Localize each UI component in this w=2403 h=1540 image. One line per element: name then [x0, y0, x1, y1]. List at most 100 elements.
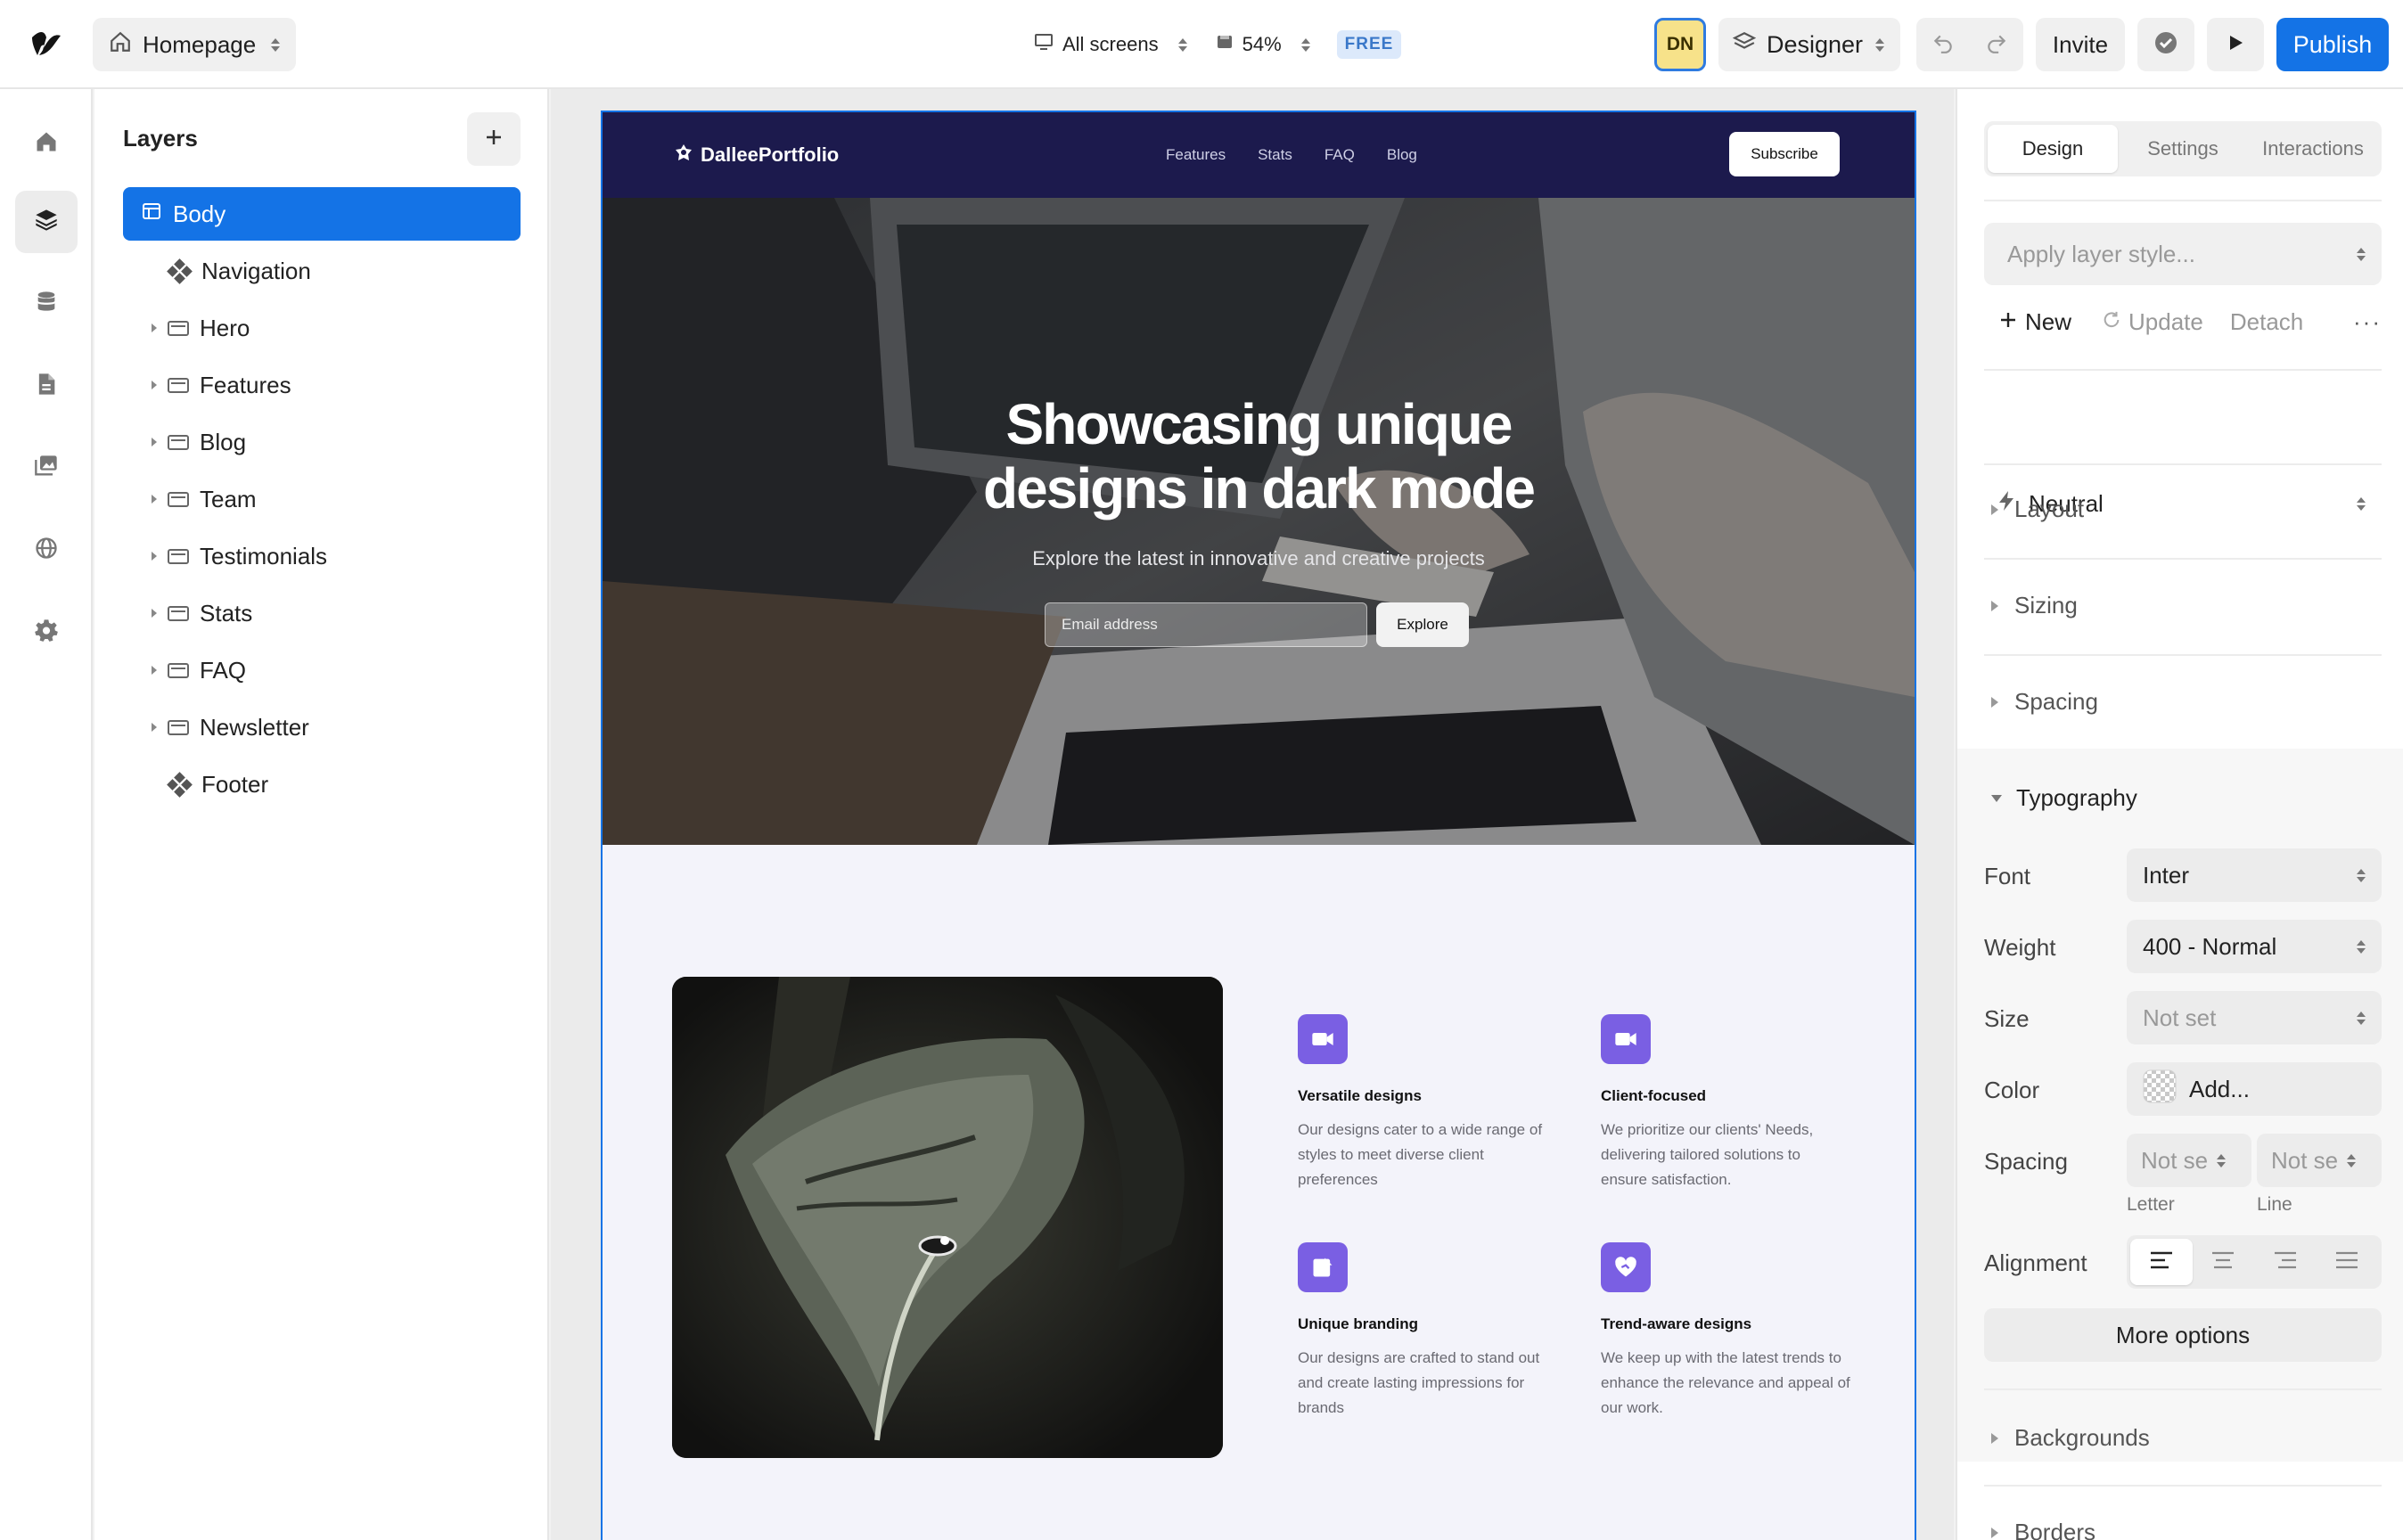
- section-icon: [168, 434, 189, 450]
- align-justify-button[interactable]: [2317, 1239, 2379, 1285]
- expand-caret-icon[interactable]: [152, 666, 157, 675]
- site-nav-link[interactable]: Stats: [1258, 146, 1292, 164]
- line-height-input[interactable]: Not se: [2257, 1134, 2382, 1187]
- font-select[interactable]: Inter: [2127, 848, 2382, 902]
- feature-card[interactable]: Unique branding Our designs are crafted …: [1298, 1242, 1547, 1421]
- layer-blog[interactable]: Blog: [123, 415, 521, 469]
- user-avatar[interactable]: DN: [1654, 18, 1706, 71]
- publish-button[interactable]: Publish: [2276, 18, 2389, 71]
- section-borders[interactable]: Borders: [1991, 1519, 2095, 1540]
- section-sizing[interactable]: Sizing: [1991, 592, 2078, 619]
- expand-caret-icon[interactable]: [152, 495, 157, 504]
- site-brand-name: DalleePortfolio: [701, 143, 840, 166]
- expand-caret-icon[interactable]: [152, 438, 157, 446]
- plan-badge[interactable]: FREE: [1336, 30, 1402, 59]
- letter-spacing-input[interactable]: Not se: [2127, 1134, 2251, 1187]
- weight-select[interactable]: 400 - Normal: [2127, 920, 2382, 973]
- tab-interactions[interactable]: Interactions: [2248, 125, 2378, 173]
- site-nav-link[interactable]: Blog: [1387, 146, 1417, 164]
- preview-button[interactable]: [2207, 18, 2264, 71]
- new-style-button[interactable]: New: [1998, 308, 2071, 336]
- zoom-selector[interactable]: 54%: [1216, 33, 1310, 56]
- localization-rail-button[interactable]: [15, 519, 78, 581]
- layers-rail-button[interactable]: [15, 191, 78, 253]
- caret-right-icon: [1991, 504, 1998, 515]
- site-hero[interactable]: Showcasing unique designs in dark mode E…: [603, 198, 1915, 845]
- hero-subtitle[interactable]: Explore the latest in innovative and cre…: [603, 547, 1915, 570]
- audit-button[interactable]: [2137, 18, 2194, 71]
- more-horizontal-icon[interactable]: ···: [2353, 308, 2382, 336]
- expand-caret-icon[interactable]: [152, 381, 157, 389]
- weight-value: 400 - Normal: [2143, 932, 2277, 960]
- layer-features[interactable]: Features: [123, 358, 521, 412]
- expand-caret-icon[interactable]: [152, 324, 157, 332]
- expand-caret-icon[interactable]: [152, 609, 157, 618]
- hero-email-input[interactable]: Email address: [1045, 602, 1367, 647]
- page-selector[interactable]: Homepage: [93, 18, 296, 71]
- more-options-button[interactable]: More options: [1984, 1308, 2382, 1362]
- site-nav-link[interactable]: FAQ: [1325, 146, 1355, 164]
- expand-caret-icon[interactable]: [152, 552, 157, 561]
- caret-right-icon: [1991, 600, 1998, 611]
- site-navigation[interactable]: DalleePortfolio Features Stats FAQ Blog …: [603, 112, 1915, 198]
- detach-style-button[interactable]: Detach: [2230, 308, 2303, 336]
- section-layout[interactable]: Layout: [1991, 496, 2084, 523]
- layer-testimonials[interactable]: Testimonials: [123, 529, 521, 583]
- layer-team[interactable]: Team: [123, 472, 521, 526]
- feature-card[interactable]: Versatile designs Our designs cater to a…: [1298, 1014, 1547, 1192]
- section-spacing[interactable]: Spacing: [1991, 688, 2098, 716]
- home-rail-button[interactable]: [15, 112, 78, 175]
- layer-style-select[interactable]: Apply layer style...: [1984, 223, 2382, 285]
- section-backgrounds[interactable]: Backgrounds: [1991, 1424, 2150, 1452]
- site-body[interactable]: DalleePortfolio Features Stats FAQ Blog …: [601, 111, 1916, 1540]
- layer-body[interactable]: Body: [123, 187, 521, 241]
- layer-stats[interactable]: Stats: [123, 586, 521, 640]
- layer-label: Body: [173, 200, 226, 227]
- add-layer-button[interactable]: [467, 112, 521, 166]
- caret-right-icon: [1991, 1432, 1998, 1444]
- cms-rail-button[interactable]: [15, 273, 78, 335]
- layer-faq[interactable]: FAQ: [123, 643, 521, 697]
- tab-settings[interactable]: Settings: [2118, 125, 2248, 173]
- layer-label: Features: [200, 371, 291, 398]
- hero-title[interactable]: Showcasing unique designs in dark mode: [603, 392, 1915, 520]
- site-brand[interactable]: DalleePortfolio: [674, 143, 839, 168]
- layers-title: Layers: [123, 125, 198, 152]
- feature-card[interactable]: Trend-aware designs We keep up with the …: [1601, 1242, 1850, 1421]
- design-canvas[interactable]: DalleePortfolio Features Stats FAQ Blog …: [551, 89, 1954, 1540]
- layer-label: Blog: [200, 428, 247, 455]
- invite-button[interactable]: Invite: [2036, 18, 2125, 71]
- new-style-label: New: [2025, 308, 2072, 335]
- divider: [1984, 369, 2382, 371]
- pages-rail-button[interactable]: [15, 355, 78, 417]
- webflow-logo-icon[interactable]: [27, 27, 66, 62]
- layer-newsletter[interactable]: Newsletter: [123, 700, 521, 754]
- layer-hero[interactable]: Hero: [123, 301, 521, 355]
- update-style-button[interactable]: Update: [2102, 308, 2203, 336]
- layer-footer[interactable]: Footer: [123, 758, 521, 811]
- mode-selector[interactable]: Designer: [1718, 18, 1900, 71]
- hero-explore-button[interactable]: Explore: [1376, 602, 1469, 647]
- video-icon: [1601, 1014, 1651, 1064]
- section-typography[interactable]: Typography: [1991, 784, 2137, 812]
- undo-icon[interactable]: [1931, 31, 1955, 59]
- align-left-button[interactable]: [2130, 1239, 2193, 1285]
- site-subscribe-button[interactable]: Subscribe: [1729, 132, 1840, 176]
- align-center-button[interactable]: [2193, 1239, 2255, 1285]
- caret-right-icon: [1991, 1527, 1998, 1538]
- settings-rail-button[interactable]: [15, 601, 78, 663]
- assets-rail-button[interactable]: [15, 437, 78, 499]
- feature-card[interactable]: Client-focused We prioritize our clients…: [1601, 1014, 1850, 1192]
- redo-icon[interactable]: [1985, 31, 2008, 59]
- tab-design[interactable]: Design: [1988, 125, 2118, 173]
- expand-caret-icon[interactable]: [152, 723, 157, 732]
- site-nav-link[interactable]: Features: [1166, 146, 1226, 164]
- align-right-button[interactable]: [2254, 1239, 2317, 1285]
- left-rail: [0, 89, 93, 1540]
- size-select[interactable]: Not set: [2127, 991, 2382, 1044]
- screens-selector[interactable]: All screens: [1034, 33, 1187, 56]
- align-right-icon: [2273, 1250, 2298, 1274]
- features-image[interactable]: [672, 977, 1223, 1458]
- layer-navigation[interactable]: Navigation: [123, 244, 521, 298]
- color-picker[interactable]: Add...: [2127, 1062, 2382, 1116]
